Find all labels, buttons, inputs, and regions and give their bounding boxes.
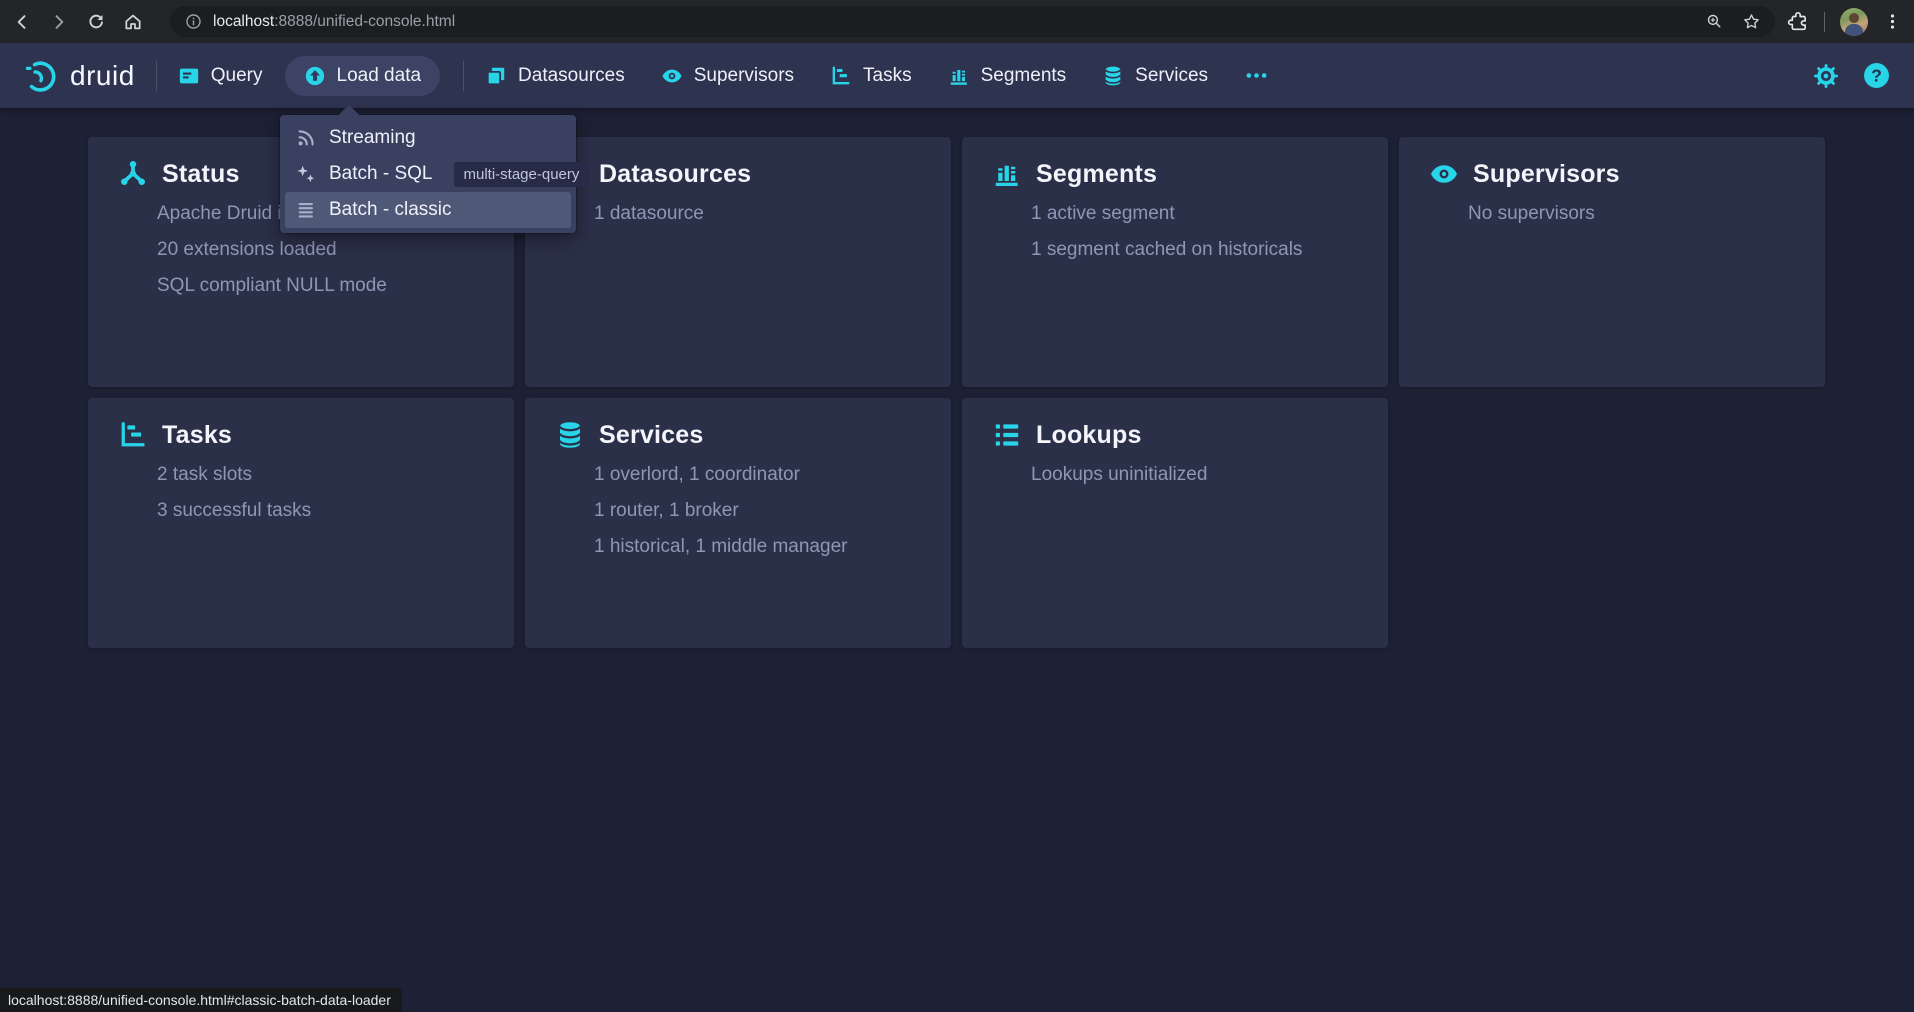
browser-menu-icon[interactable] [1883, 12, 1902, 31]
card-title: Services [599, 421, 703, 450]
card-title: Tasks [162, 421, 232, 450]
svg-text:?: ? [1871, 66, 1882, 86]
database-icon [555, 420, 585, 450]
home-icon[interactable] [123, 12, 143, 32]
site-info-icon[interactable] [184, 12, 203, 31]
menu-item-batch-classic[interactable]: Batch - classic [285, 192, 571, 228]
nav-item-query[interactable]: Query [178, 65, 263, 87]
url-text: localhost:8888/unified-console.html [213, 13, 455, 31]
card-line: 3 successful tasks [157, 501, 484, 520]
card-title: Supervisors [1473, 160, 1620, 189]
card-tasks[interactable]: Tasks 2 task slots 3 successful tasks [88, 398, 514, 648]
card-services[interactable]: Services 1 overlord, 1 coordinator 1 rou… [525, 398, 951, 648]
back-icon[interactable] [12, 12, 32, 32]
zoom-icon[interactable] [1705, 12, 1724, 31]
gantt-icon [830, 65, 852, 87]
card-line: 1 datasource [594, 204, 921, 223]
card-title: Segments [1036, 160, 1157, 189]
card-line: 1 historical, 1 middle manager [594, 537, 921, 556]
card-title: Datasources [599, 160, 751, 189]
gantt-icon [118, 420, 148, 450]
upload-icon [304, 65, 326, 87]
eye-icon [661, 65, 683, 87]
card-line: 20 extensions loaded [157, 240, 484, 259]
bar-chart-icon [992, 159, 1022, 189]
streaming-icon [295, 127, 317, 149]
nav-divider [463, 61, 464, 91]
brand-text: druid [70, 60, 135, 92]
druid-logo[interactable]: druid [24, 58, 135, 94]
nav-item-supervisors[interactable]: Supervisors [661, 65, 794, 87]
database-icon [1102, 65, 1124, 87]
browser-toolbar: localhost:8888/unified-console.html [0, 0, 1914, 43]
card-line: 1 router, 1 broker [594, 501, 921, 520]
card-title: Lookups [1036, 421, 1142, 450]
card-title: Status [162, 160, 240, 189]
list-icon [992, 420, 1022, 450]
url-bar[interactable]: localhost:8888/unified-console.html [170, 6, 1775, 37]
link-preview: localhost:8888/unified-console.html#clas… [0, 988, 402, 1012]
menu-lines-icon [295, 199, 317, 221]
card-line: 2 task slots [157, 465, 484, 484]
sparkles-icon [295, 163, 317, 185]
druid-logo-icon [24, 58, 60, 94]
profile-avatar[interactable] [1840, 8, 1868, 36]
nav-item-services[interactable]: Services [1102, 65, 1208, 87]
bookmark-star-icon[interactable] [1742, 12, 1761, 31]
toolbar-divider [1824, 12, 1825, 32]
help-icon[interactable]: ? [1863, 62, 1890, 89]
card-line: 1 overlord, 1 coordinator [594, 465, 921, 484]
reload-icon[interactable] [86, 12, 106, 32]
card-supervisors[interactable]: Supervisors No supervisors [1399, 137, 1825, 387]
nav-item-segments[interactable]: Segments [948, 65, 1067, 87]
query-icon [178, 65, 200, 87]
forward-icon[interactable] [49, 12, 69, 32]
card-line: Lookups uninitialized [1031, 465, 1358, 484]
card-line: No supervisors [1468, 204, 1795, 223]
settings-gear-icon[interactable] [1813, 63, 1839, 89]
card-line: 1 segment cached on historicals [1031, 240, 1358, 259]
bar-chart-icon [948, 65, 970, 87]
card-segments[interactable]: Segments 1 active segment 1 segment cach… [962, 137, 1388, 387]
menu-item-streaming[interactable]: Streaming [285, 120, 571, 156]
eye-icon [1429, 159, 1459, 189]
druid-navbar: druid Query Load data Datasources Superv… [0, 43, 1914, 108]
card-lookups[interactable]: Lookups Lookups uninitialized [962, 398, 1388, 648]
nav-more-button[interactable] [1244, 64, 1269, 87]
status-icon [118, 159, 148, 189]
nav-item-tasks[interactable]: Tasks [830, 65, 912, 87]
nav-divider [156, 61, 157, 91]
menu-item-batch-sql[interactable]: Batch - SQL multi-stage-query [285, 156, 571, 192]
datasources-icon [485, 65, 507, 87]
card-line: SQL compliant NULL mode [157, 276, 484, 295]
card-line: 1 active segment [1031, 204, 1358, 223]
nav-item-datasources[interactable]: Datasources [485, 65, 625, 87]
extensions-icon[interactable] [1787, 11, 1809, 33]
load-data-menu: Streaming Batch - SQL multi-stage-query … [280, 115, 576, 233]
multi-stage-query-tag: multi-stage-query [454, 162, 590, 187]
more-icon [1244, 64, 1269, 87]
nav-item-load-data[interactable]: Load data [285, 56, 441, 96]
